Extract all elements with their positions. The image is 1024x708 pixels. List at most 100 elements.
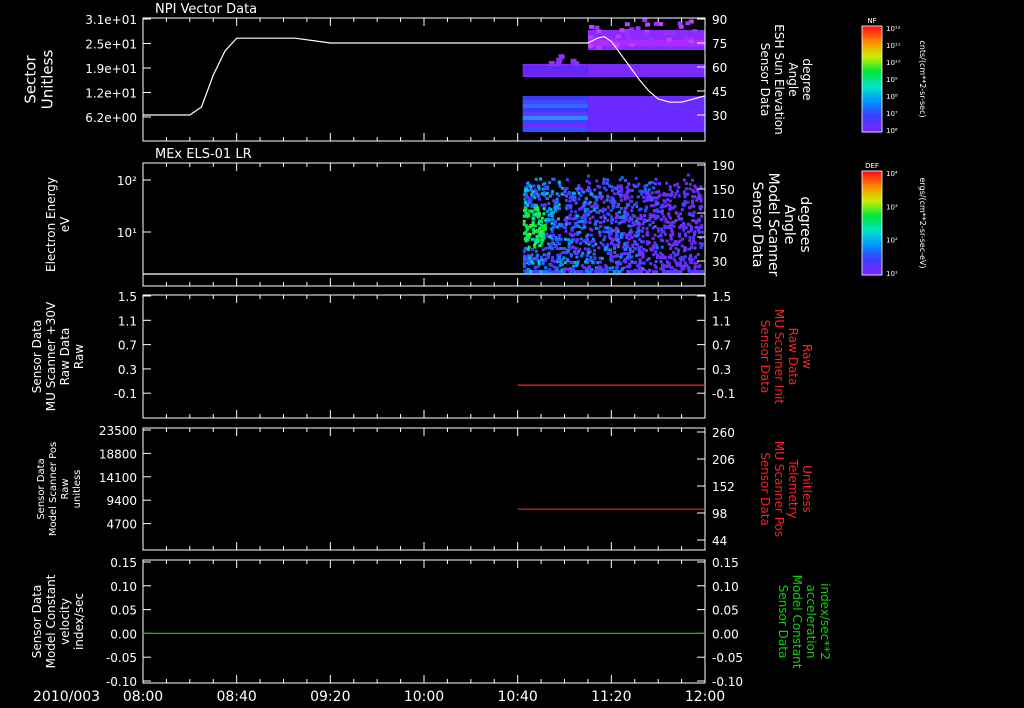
- spectro-cell: [635, 26, 641, 31]
- spectro-cell: [677, 21, 683, 26]
- spectro-cell: [694, 255, 698, 259]
- spectro-cell: [688, 256, 692, 260]
- spectro-cell: [698, 194, 702, 198]
- spectro-cell: [574, 201, 578, 205]
- spectro-cell: [665, 181, 669, 185]
- spectro-cell: [586, 233, 590, 237]
- panel-5: 0.15 0.10 0.05 0.00 -0.05 -0.10 0.15 0.10 0.05 0.…: [30, 556, 832, 689]
- spectro-cell: [545, 196, 549, 200]
- spectro-cell: [562, 191, 566, 195]
- spectro-cell: [623, 210, 627, 214]
- y-axis-label-right: Sensor DataModel Constantaccelerationind…: [776, 575, 832, 669]
- spectro-cell: [689, 227, 693, 231]
- spectro-cell: [684, 181, 688, 185]
- spectro-cell: [610, 218, 614, 222]
- spectro-cell: [694, 270, 698, 273]
- spectro-cell: [654, 260, 658, 264]
- spectro-cell: [668, 185, 672, 189]
- spectro-cell: [609, 251, 613, 255]
- spectro-cell: [659, 210, 663, 214]
- y-tick-label: 1.9e+01: [85, 62, 137, 76]
- spectro-cell: [624, 28, 630, 33]
- y-axis-label-right-line: degree: [800, 58, 814, 100]
- spectro-cell: [609, 215, 613, 219]
- spectro-cell: [642, 261, 646, 265]
- y-axis-label-right-line: Angle: [786, 62, 800, 96]
- y-tick-label: 0.15: [110, 556, 137, 570]
- spectro-band: [522, 120, 588, 124]
- colorbar-label: DEF: [865, 162, 879, 170]
- spectro-cell: [541, 187, 545, 191]
- spectro-cell: [586, 238, 590, 242]
- spectro-cell: [607, 248, 611, 252]
- spectro-cell: [669, 253, 673, 257]
- spectro-cell: [652, 43, 658, 48]
- spectro-cell: [651, 270, 655, 273]
- spectro-cell: [592, 252, 596, 256]
- spectro-cell: [556, 57, 563, 63]
- spectro-cell: [532, 184, 536, 188]
- spectro-cell: [686, 266, 690, 270]
- spectro-cell: [552, 177, 556, 181]
- spectro-cell: [535, 234, 539, 238]
- spectro-cell: [659, 256, 663, 260]
- spectro-cell: [641, 234, 645, 238]
- y-tick-label-right: -0.05: [712, 651, 743, 665]
- y-axis-label-line: Sensor Data: [30, 585, 44, 659]
- y-axis-label-line: Model Constant: [44, 574, 58, 668]
- spectro-cell: [625, 236, 629, 240]
- spectro-cell: [640, 192, 644, 196]
- spectro-cell: [563, 237, 567, 241]
- spectro-cell: [612, 244, 616, 248]
- spectro-cell: [584, 197, 588, 201]
- y-tick-label: -0.05: [106, 651, 137, 665]
- spectro-cell: [663, 193, 667, 197]
- spectro-cell: [697, 265, 701, 269]
- spectro-cell: [563, 261, 567, 265]
- spectro-cell: [652, 186, 656, 190]
- panel-2: MEx ELS-01 LR 10² 10¹ 190 150 110 70 30 Electron…: [44, 147, 813, 287]
- spectro-cell: [534, 249, 538, 253]
- spectro-cell: [682, 246, 686, 250]
- spectro-cell: [540, 203, 544, 207]
- spectro-cell: [575, 255, 579, 259]
- spectro-cell: [684, 187, 688, 191]
- spectro-cell: [585, 253, 589, 257]
- y-tick-label: 1.5: [118, 290, 137, 304]
- spectro-cell: [654, 190, 658, 194]
- spectro-cell: [541, 248, 545, 252]
- spectro-cell: [565, 178, 569, 182]
- spectro-cell: [641, 255, 645, 259]
- spectro-cell: [659, 238, 663, 242]
- spectro-cell: [619, 28, 625, 33]
- spectro-cell: [669, 235, 673, 239]
- spectro-cell: [534, 208, 538, 212]
- spectro-cell: [666, 270, 670, 273]
- spectro-cell: [537, 222, 541, 226]
- spectro-cell: [564, 206, 568, 210]
- spectro-cell: [677, 185, 681, 189]
- spectro-cell: [626, 36, 632, 41]
- spectro-cell: [625, 211, 629, 215]
- colorbar-tick: 10⁶: [886, 127, 898, 135]
- spectro-cell: [593, 188, 597, 192]
- spectro-cell: [536, 253, 540, 257]
- spectro-cell: [666, 264, 670, 268]
- spectro-cell: [645, 249, 649, 253]
- spectro-cell: [615, 243, 619, 247]
- spectro-cell: [523, 248, 527, 252]
- spectro-cell: [630, 230, 634, 234]
- spectro-cell: [655, 196, 659, 200]
- spectro-cell: [539, 255, 543, 259]
- spectro-cell: [692, 195, 696, 199]
- y-axis-label-line: Raw Data: [58, 328, 72, 386]
- y-tick-label: 2.5e+01: [85, 38, 137, 52]
- spectro-cell: [524, 206, 528, 210]
- spectro-cell: [556, 253, 560, 257]
- spectro-band: [522, 124, 588, 128]
- spectro-cell: [598, 260, 602, 264]
- spectro-cell: [597, 246, 601, 250]
- spectro-cell: [579, 193, 583, 197]
- spectro-cell: [636, 243, 640, 247]
- spectro-cell: [575, 187, 579, 191]
